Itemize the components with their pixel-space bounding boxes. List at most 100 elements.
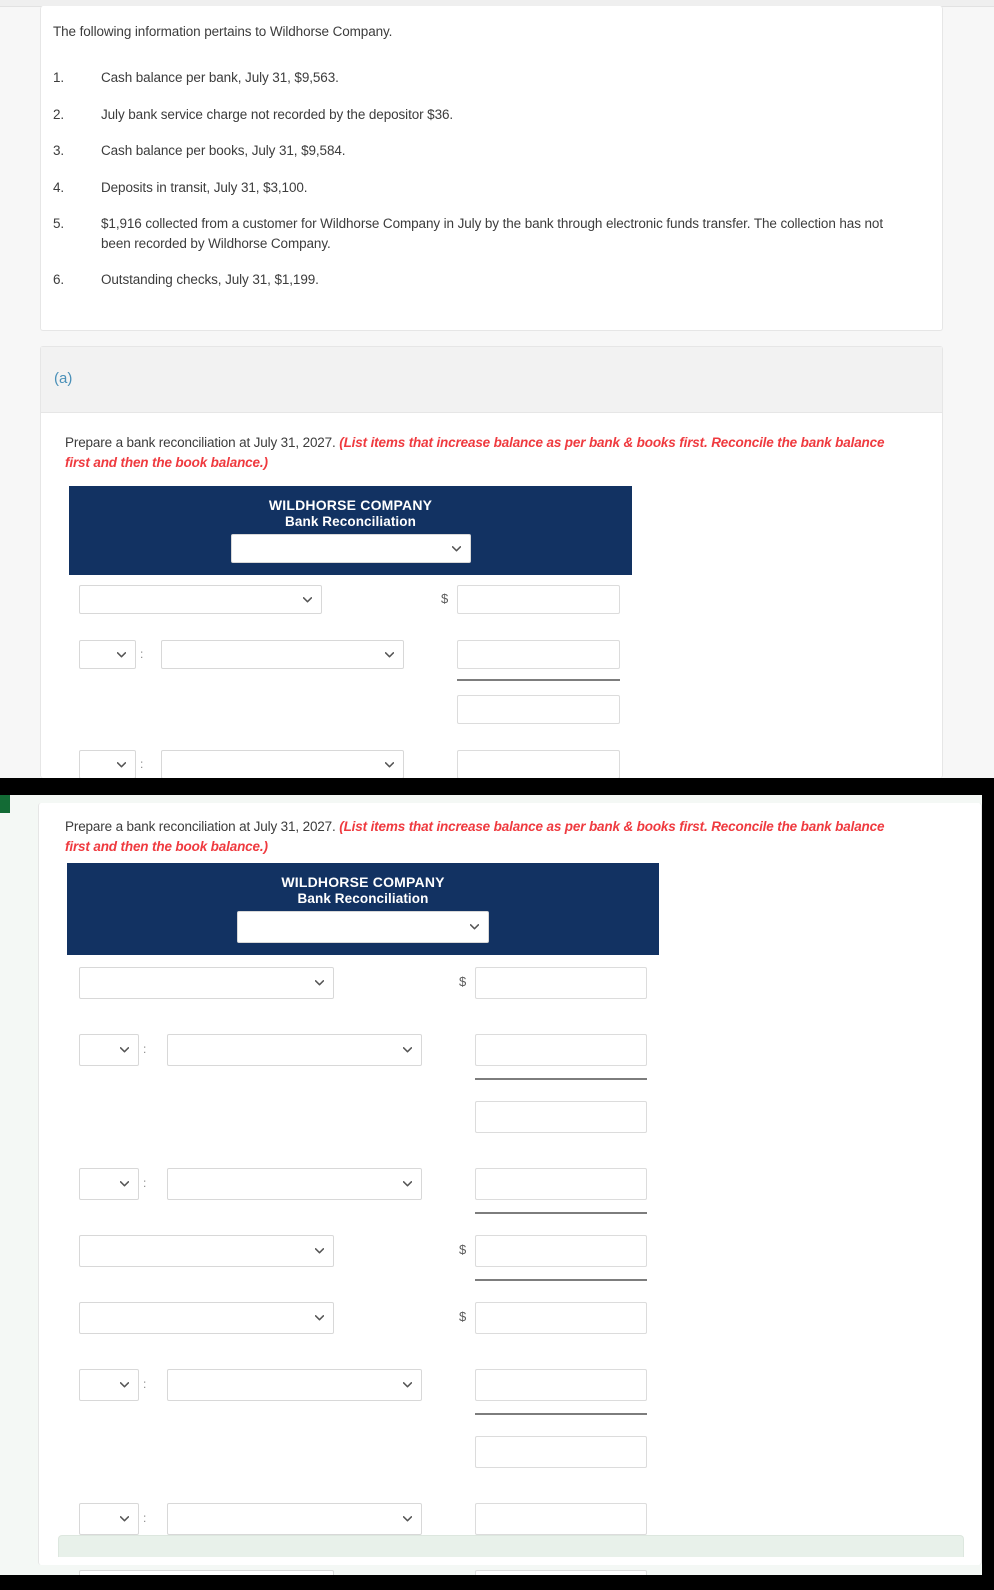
question-a-card-expanded: Prepare a bank reconciliation at July 31…	[38, 803, 982, 1575]
screenshot-pane-bottom: Prepare a bank reconciliation at July 31…	[0, 795, 994, 1575]
subtotal-rule	[475, 1212, 647, 1214]
intro-item-number: 6.	[53, 272, 65, 288]
chevron-down-icon	[385, 761, 394, 768]
reconciliation-line-select[interactable]	[161, 640, 404, 669]
statement-title: Bank Reconciliation	[285, 514, 416, 529]
chevron-down-icon	[403, 1181, 412, 1187]
amount-input[interactable]	[475, 1168, 647, 1200]
prompt-text-top: Prepare a bank reconciliation at July 31…	[65, 433, 895, 474]
chevron-down-icon	[303, 596, 312, 603]
reconciliation-header: WILDHORSE COMPANY Bank Reconciliation	[69, 486, 632, 575]
reconciliation-header: WILDHORSE COMPANY Bank Reconciliation	[67, 863, 659, 955]
bank-reconciliation-table-bottom: WILDHORSE COMPANY Bank Reconciliation $:: $…	[67, 863, 659, 1575]
chevron-down-icon	[117, 761, 126, 768]
prompt-lead: Prepare a bank reconciliation at July 31…	[65, 819, 340, 834]
amount-input[interactable]	[475, 1302, 647, 1334]
green-accent-tab	[0, 795, 10, 813]
part-label: (a)	[54, 370, 73, 387]
row-colon: :	[143, 1377, 147, 1391]
intro-list-item: 1. Cash balance per bank, July 31, $9,563…	[53, 68, 913, 88]
amount-input[interactable]	[475, 1369, 647, 1401]
reconciliation-line-select[interactable]	[167, 1369, 422, 1401]
amount-input[interactable]	[475, 1503, 647, 1535]
reconciliation-line-select[interactable]	[79, 585, 322, 614]
amount-input[interactable]	[475, 1436, 647, 1468]
row-colon: :	[140, 756, 144, 771]
intro-item-text: July bank service charge not recorded by…	[101, 106, 454, 122]
reconciliation-sign-select[interactable]	[79, 750, 136, 778]
prompt-lead: Prepare a bank reconciliation at July 31…	[65, 435, 340, 450]
statement-title: Bank Reconciliation	[297, 891, 429, 906]
reconciliation-line-select[interactable]	[79, 967, 334, 999]
intro-item-text: $1,916 collected from a customer for Wil…	[101, 216, 883, 251]
intro-item-number: 5.	[53, 216, 65, 232]
reconciliation-line-select[interactable]	[79, 1302, 334, 1334]
reconciliation-sign-select[interactable]	[79, 1168, 139, 1200]
subtotal-rule	[475, 1279, 647, 1281]
question-a-card: (a) Prepare a bank reconciliation at Jul…	[40, 346, 943, 778]
reconciliation-rows: $::	[69, 575, 632, 778]
reconciliation-sign-select[interactable]	[79, 1503, 139, 1535]
reconciliation-line-select[interactable]	[79, 1235, 334, 1267]
intro-item-text: Outstanding checks, July 31, $1,199.	[101, 272, 319, 288]
problem-info-card: The following information pertains to Wi…	[40, 6, 943, 331]
dollar-sign: $	[459, 974, 467, 989]
reconciliation-line-select[interactable]	[161, 750, 404, 778]
bank-reconciliation-table-top: WILDHORSE COMPANY Bank Reconciliation $::	[69, 486, 632, 778]
dollar-sign: $	[459, 1309, 467, 1324]
row-colon: :	[140, 646, 144, 661]
reconciliation-sign-select[interactable]	[79, 640, 136, 669]
intro-list-item: 2. July bank service charge not recorded …	[53, 105, 913, 125]
intro-list-item: 3. Cash balance per books, July 31, $9,58…	[53, 141, 913, 161]
chevron-down-icon	[385, 651, 394, 658]
intro-item-text: Deposits in transit, July 31, $3,100.	[101, 179, 308, 195]
intro-item-number: 3.	[53, 143, 65, 159]
chevron-down-icon	[120, 1516, 129, 1522]
amount-input[interactable]	[457, 695, 620, 724]
reconciliation-line-select[interactable]	[167, 1503, 422, 1535]
reconciliation-sign-select[interactable]	[79, 1034, 139, 1066]
dollar-sign: $	[459, 1242, 467, 1257]
intro-item-number: 2.	[53, 106, 65, 122]
reconciliation-line-select[interactable]	[167, 1034, 422, 1066]
chevron-down-icon	[120, 1047, 129, 1053]
period-date-select[interactable]	[230, 534, 471, 563]
screenshot-divider-band	[0, 778, 994, 795]
intro-lead-text: The following information pertains to Wi…	[53, 24, 393, 39]
footer-panel	[58, 1535, 964, 1557]
intro-list-item: 5. $1,916 collected from a customer for W…	[53, 214, 913, 253]
bottom-black-edge	[0, 1575, 994, 1590]
subtotal-rule	[475, 1078, 647, 1080]
amount-input[interactable]	[475, 967, 647, 999]
amount-input[interactable]	[457, 585, 620, 614]
row-colon: :	[143, 1042, 147, 1056]
prompt-text-bottom: Prepare a bank reconciliation at July 31…	[65, 817, 895, 858]
reconciliation-line-select[interactable]	[167, 1168, 422, 1200]
row-colon: :	[143, 1176, 147, 1190]
chevron-down-icon	[451, 545, 461, 552]
chevron-down-icon	[315, 1315, 324, 1321]
reconciliation-rows: $::$$::$	[67, 955, 659, 1575]
subtotal-rule	[457, 679, 620, 681]
amount-input[interactable]	[475, 1101, 647, 1133]
amount-input[interactable]	[457, 750, 620, 778]
part-header-band: (a)	[41, 347, 942, 413]
row-colon: :	[143, 1511, 147, 1525]
amount-input[interactable]	[475, 1235, 647, 1267]
intro-item-number: 4.	[53, 179, 65, 195]
subtotal-rule	[475, 1413, 647, 1415]
period-date-select[interactable]	[237, 911, 489, 943]
company-name: WILDHORSE COMPANY	[281, 874, 445, 890]
company-name: WILDHORSE COMPANY	[268, 497, 433, 513]
intro-list-item: 6. Outstanding checks, July 31, $1,199.	[53, 270, 913, 290]
chevron-down-icon	[315, 1248, 324, 1254]
dollar-sign: $	[441, 590, 449, 606]
intro-item-text: Cash balance per bank, July 31, $9,563.	[101, 70, 339, 85]
reconciliation-sign-select[interactable]	[79, 1369, 139, 1401]
chevron-down-icon	[117, 651, 126, 658]
intro-list-item: 4. Deposits in transit, July 31, $3,100.	[53, 178, 913, 198]
chevron-down-icon	[403, 1047, 412, 1053]
amount-input[interactable]	[475, 1034, 647, 1066]
chevron-down-icon	[315, 980, 324, 986]
amount-input[interactable]	[457, 640, 620, 669]
